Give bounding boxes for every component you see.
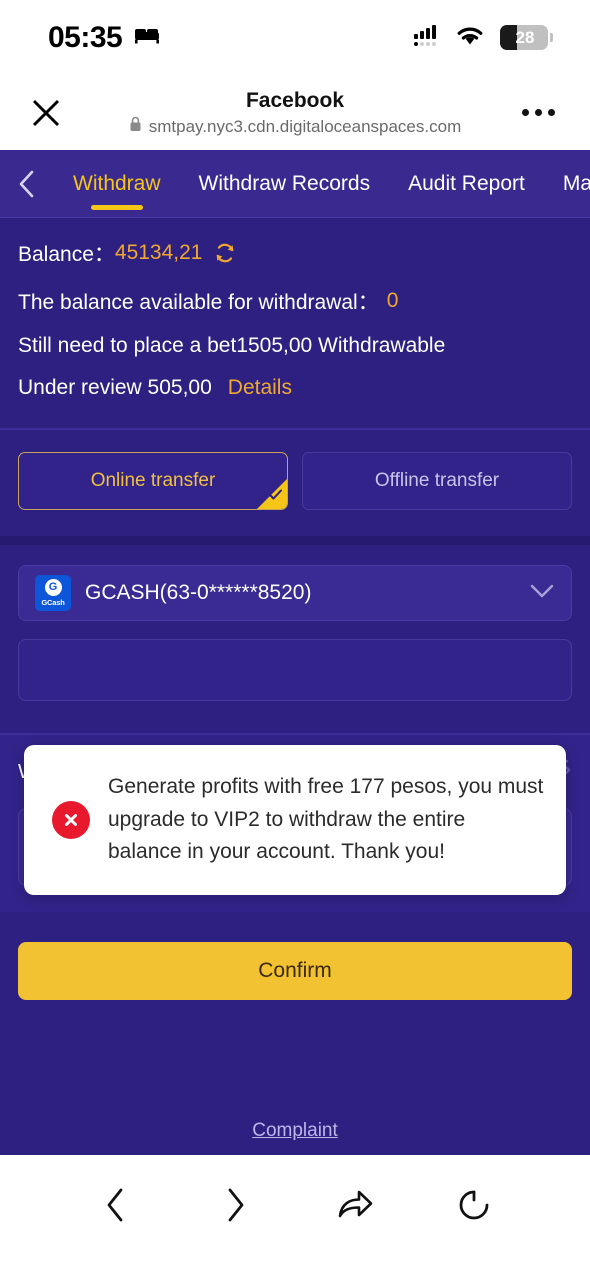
refresh-balance-button[interactable] xyxy=(214,242,236,264)
details-link[interactable]: Details xyxy=(228,376,292,400)
status-bar-clock: 05:35 xyxy=(48,20,123,54)
refresh-icon xyxy=(217,243,234,263)
offline-transfer-label: Offline transfer xyxy=(374,470,500,491)
error-alert-dialog: Generate profits with free 177 pesos, yo… xyxy=(24,745,566,895)
online-transfer-label: Online transfer xyxy=(90,470,216,491)
browser-bottom-nav: Bob 值班室 baizhishi xyxy=(0,1155,590,1280)
balance-row: Balance： 45134,21 xyxy=(0,238,590,268)
available-balance-value: 0 xyxy=(386,289,399,312)
available-balance-row: The balance available for withdrawal： 0 xyxy=(0,286,590,316)
page-title: Facebook xyxy=(245,88,345,112)
online-transfer-button[interactable]: Online transfer xyxy=(18,452,288,510)
payment-method-selector[interactable]: G GCash GCASH(63-0******8520) xyxy=(18,565,572,621)
balance-summary: Balance： 45134,21 The balance available … xyxy=(0,218,590,430)
balance-value: 45134,21 xyxy=(114,241,203,264)
bed-icon xyxy=(134,26,160,49)
payment-method-label: GCASH(63-0******8520) xyxy=(85,581,312,604)
gcash-wordmark: GCash xyxy=(41,597,65,607)
nav-forward-button[interactable] xyxy=(205,1177,265,1233)
complaint-section: Complaint xyxy=(0,1120,590,1142)
nav-forward-icon xyxy=(228,1188,244,1222)
battery-percent-label: 28 xyxy=(515,28,535,47)
error-alert-message: Generate profits with free 177 pesos, yo… xyxy=(108,775,544,864)
back-button[interactable] xyxy=(0,168,54,200)
phone-screen: 05:35 28 Facebook smtpay.nyc3.cdn.digita… xyxy=(0,0,590,1280)
more-options-button[interactable] xyxy=(516,103,560,123)
nav-refresh-icon xyxy=(459,1190,489,1220)
nav-back-icon xyxy=(107,1188,123,1222)
gcash-logo-icon: G GCash xyxy=(35,575,71,611)
battery-icon: 28 xyxy=(500,25,553,50)
gcash-mark: G xyxy=(44,579,62,597)
url-row: smtpay.nyc3.cdn.digitaloceanspaces.com xyxy=(0,116,590,137)
payment-method-section: G GCash GCASH(63-0******8520) xyxy=(0,545,590,701)
check-icon xyxy=(268,485,283,507)
balance-label: Balance： xyxy=(18,243,115,266)
browser-title-block: Facebook smtpay.nyc3.cdn.digitaloceanspa… xyxy=(0,88,590,137)
withdraw-app: Withdraw Withdraw Records Audit Report M… xyxy=(0,150,590,1155)
nav-back-button[interactable] xyxy=(86,1177,146,1233)
tab-audit-report[interactable]: Audit Report xyxy=(389,150,544,217)
status-bar: 05:35 28 xyxy=(0,0,590,75)
share-icon xyxy=(338,1190,373,1218)
browser-header: Facebook smtpay.nyc3.cdn.digitaloceanspa… xyxy=(0,75,590,150)
transfer-type-selector: Online transfer Offline transfer xyxy=(0,430,590,545)
more-options-icon xyxy=(521,109,529,116)
error-x-icon xyxy=(52,800,90,839)
page-url: smtpay.nyc3.cdn.digitaloceanspaces.com xyxy=(148,116,462,136)
confirm-button[interactable]: Confirm xyxy=(18,942,572,1000)
nav-refresh-button[interactable] xyxy=(444,1177,504,1233)
tab-withdraw[interactable]: Withdraw xyxy=(54,150,180,217)
close-icon xyxy=(32,99,60,126)
share-button[interactable] xyxy=(325,1177,385,1233)
complaint-link[interactable]: Complaint xyxy=(252,1120,338,1141)
back-chevron-icon xyxy=(19,170,34,197)
wifi-icon xyxy=(455,24,485,51)
tab-management[interactable]: Mana xyxy=(544,150,590,217)
withdraw-amount-field[interactable] xyxy=(18,639,572,701)
under-review-row: Under review 505,00 Details xyxy=(0,376,590,400)
browser-nav-icons xyxy=(0,1155,590,1233)
tab-list: Withdraw Withdraw Records Audit Report M… xyxy=(54,150,590,217)
offline-transfer-button[interactable]: Offline transfer xyxy=(302,452,572,510)
bet-requirement-row: Still need to place a bet1505,00 Withdra… xyxy=(18,334,446,357)
tab-withdraw-records[interactable]: Withdraw Records xyxy=(180,150,390,217)
tab-bar: Withdraw Withdraw Records Audit Report M… xyxy=(0,150,590,218)
close-button[interactable] xyxy=(24,91,68,135)
status-bar-right: 28 xyxy=(414,23,553,52)
status-bar-left: 05:35 xyxy=(48,21,160,55)
confirm-section: Confirm xyxy=(0,912,590,1000)
cellular-signal-icon xyxy=(414,23,440,52)
under-review-label: Under review 505,00 xyxy=(18,376,212,399)
lock-icon xyxy=(129,116,142,137)
chevron-down-icon xyxy=(529,583,555,604)
available-balance-label: The balance available for withdrawal： xyxy=(18,291,379,314)
